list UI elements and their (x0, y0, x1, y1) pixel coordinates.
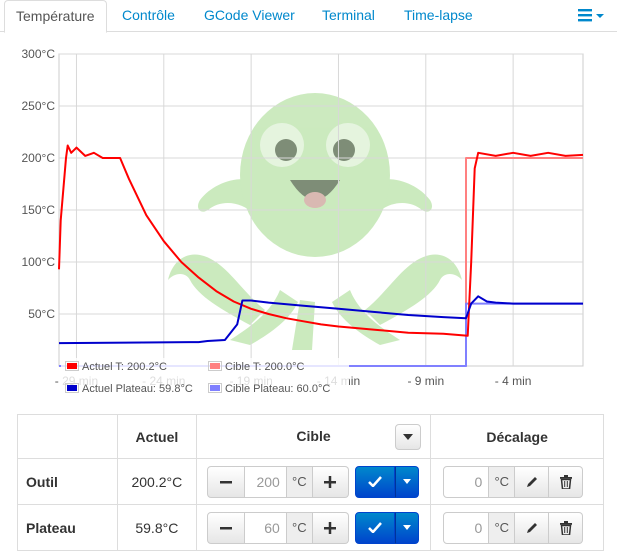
row-label-tool: Outil (17, 458, 118, 505)
target-input-bed[interactable]: 60 (244, 511, 287, 544)
temperature-graph: 300°C250°C200°C150°C100°C50°C- 29 min- 2… (0, 40, 617, 400)
minus-icon (219, 480, 232, 483)
legend-actual-tool: Actuel T: 200.2°C (65, 360, 167, 374)
row-label-bed: Plateau (17, 504, 118, 551)
target-input-tool[interactable]: 200 (244, 465, 287, 498)
trash-icon (559, 474, 572, 489)
tab-terminal[interactable]: Terminal (322, 0, 375, 32)
decrease-target-tool-button[interactable] (206, 465, 245, 498)
legend-swatch (208, 361, 222, 371)
reset-offset-bed-button[interactable] (549, 511, 584, 544)
plus-icon (324, 521, 337, 534)
target-control-tool: 200 °C (195, 458, 432, 505)
pencil-icon (526, 522, 537, 533)
y-tick-label: 200°C (22, 151, 56, 165)
x-tick-label: - 9 min (407, 374, 444, 388)
y-tick-label: 250°C (22, 99, 56, 113)
y-tick-label: 150°C (22, 203, 56, 217)
y-tick-label: 300°C (22, 47, 56, 61)
series-actual-bed (58, 295, 583, 345)
offset-control-tool: 0 °C (430, 458, 604, 505)
legend-target-tool: Cible T: 200.0°C (208, 360, 304, 374)
reset-offset-tool-button[interactable] (549, 465, 584, 498)
temperature-chart: 300°C250°C200°C150°C100°C50°C- 29 min- 2… (22, 47, 584, 388)
plus-icon (324, 475, 337, 488)
trash-icon (559, 520, 572, 535)
target-presets-dropdown[interactable] (395, 424, 422, 450)
check-icon (367, 476, 382, 487)
x-tick-label: - 4 min (495, 374, 532, 388)
tab-timelapse[interactable]: Time-lapse (404, 0, 473, 32)
hamburger-icon[interactable] (577, 6, 607, 26)
offset-input-bed[interactable]: 0 (443, 511, 490, 544)
tab-gcode-viewer[interactable]: GCode Viewer (204, 0, 295, 32)
edit-offset-bed-button[interactable] (515, 511, 550, 544)
caret-down-icon (402, 525, 411, 530)
y-tick-label: 50°C (28, 307, 55, 321)
set-target-tool-button[interactable] (354, 465, 395, 498)
check-icon (367, 522, 382, 533)
legend-target-bed: Cible Plateau: 60.0°C (208, 382, 330, 396)
target-bed-options-button[interactable] (394, 511, 419, 544)
tab-temperature[interactable]: Température (4, 0, 107, 33)
pencil-icon (526, 476, 537, 487)
target-tool-options-button[interactable] (394, 465, 419, 498)
header-target: Cible (195, 414, 432, 459)
offset-unit-tool: °C (489, 465, 516, 498)
edit-offset-tool-button[interactable] (515, 465, 550, 498)
increase-target-bed-button[interactable] (312, 511, 349, 544)
caret-down-icon (402, 479, 411, 484)
octopus-logo (168, 93, 462, 350)
increase-target-tool-button[interactable] (312, 465, 349, 498)
minus-icon (219, 526, 232, 529)
header-actual: Actuel (116, 414, 197, 459)
table-row: Plateau 59.8°C 60 °C 0 °C (17, 504, 604, 551)
offset-unit-bed: °C (489, 511, 516, 544)
chart-legend: Actuel T: 200.2°C Cible T: 200.0°C Actue… (61, 358, 349, 400)
decrease-target-bed-button[interactable] (206, 511, 245, 544)
y-tick-label: 100°C (22, 255, 56, 269)
set-target-bed-button[interactable] (354, 511, 395, 544)
legend-swatch (65, 383, 79, 393)
header-blank (17, 414, 118, 459)
temperature-table: Actuel Cible Décalage Outil 200.2°C 200 … (17, 414, 604, 551)
target-control-bed: 60 °C (195, 504, 432, 551)
offset-input-tool[interactable]: 0 (443, 465, 490, 498)
tab-bar: Température Contrôle GCode Viewer Termin… (0, 0, 617, 33)
caret-down-icon (403, 434, 414, 440)
table-row: Outil 200.2°C 200 °C 0 °C (17, 458, 604, 505)
legend-actual-bed: Actuel Plateau: 59.8°C (65, 382, 193, 396)
tab-control[interactable]: Contrôle (122, 0, 175, 32)
offset-control-bed: 0 °C (430, 504, 604, 551)
target-unit-tool: °C (286, 465, 313, 498)
legend-swatch (65, 361, 79, 371)
actual-temp-tool: 200.2°C (116, 458, 197, 505)
actual-temp-bed: 59.8°C (116, 504, 197, 551)
target-unit-bed: °C (286, 511, 313, 544)
legend-swatch (208, 383, 222, 393)
header-offset: Décalage (430, 414, 604, 459)
series-target-bed (59, 302, 583, 367)
